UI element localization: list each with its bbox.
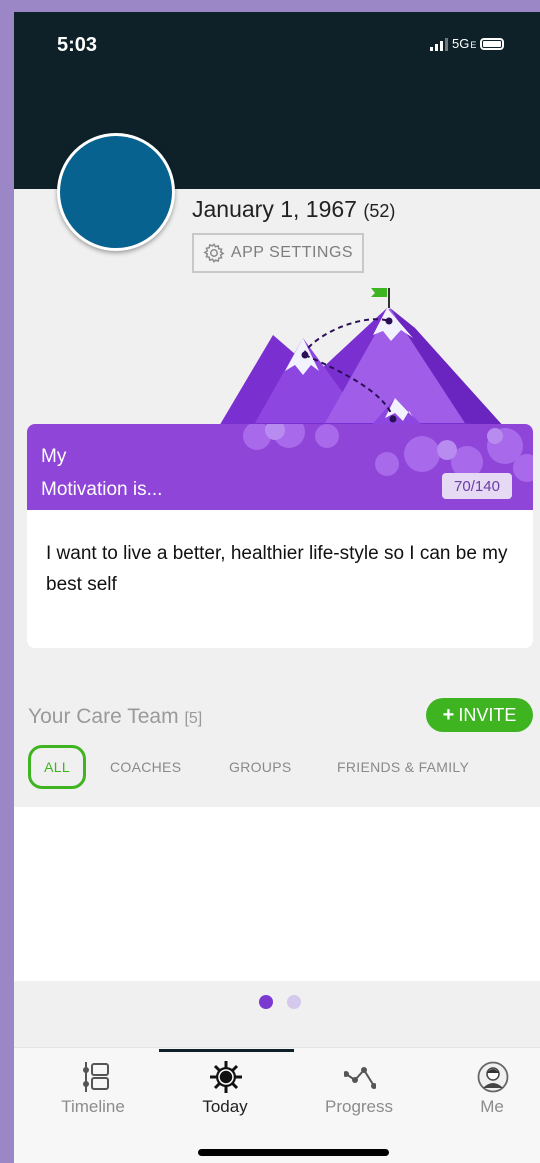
date-of-birth: January 1, 1967 (52) — [192, 196, 395, 223]
tab-groups[interactable]: GROUPS — [229, 759, 291, 775]
character-counter: 70/140 — [442, 473, 512, 499]
top-border — [0, 0, 540, 12]
tab-progress-label: Progress — [324, 1097, 394, 1116]
left-border — [0, 0, 14, 1163]
age-text: (52) — [363, 201, 396, 221]
app-settings-label: APP SETTINGS — [230, 244, 354, 261]
battery-icon — [480, 37, 505, 50]
active-tab-indicator — [159, 1049, 294, 1052]
tab-today-label: Today — [202, 1097, 248, 1116]
tab-friends-family[interactable]: FRIENDS & FAMILY — [337, 759, 469, 775]
plus-icon: + — [442, 704, 455, 726]
page-dot[interactable] — [287, 995, 301, 1009]
progress-icon — [344, 1067, 376, 1089]
app-screen: 5:03 5GE January 1, 1967 (52) APP SETTIN… — [0, 0, 540, 1163]
timeline-icon — [83, 1062, 109, 1092]
motivation-header: My Motivation is... 70/140 — [27, 424, 533, 510]
tab-coaches[interactable]: COACHES — [110, 759, 181, 775]
status-indicators: 5GE — [430, 36, 505, 51]
dob-text: January 1, 1967 — [192, 196, 357, 222]
app-settings-button[interactable]: APP SETTINGS — [192, 233, 364, 273]
care-team-count: [5] — [184, 710, 203, 727]
user-icon — [477, 1061, 509, 1093]
motivation-text[interactable]: I want to live a better, healthier life-… — [46, 538, 516, 600]
tab-all[interactable]: ALL — [28, 745, 86, 789]
tab-me-label: Me — [480, 1097, 504, 1116]
care-team-title: Your Care Team [5] — [28, 705, 202, 729]
page-dot-active[interactable] — [259, 995, 273, 1009]
motivation-title-line1: My — [41, 446, 67, 467]
home-indicator[interactable] — [198, 1149, 389, 1156]
tab-bar: Timeline Today Progress Me — [14, 1047, 540, 1163]
invite-label: INVITE — [458, 704, 517, 725]
sun-icon — [210, 1061, 242, 1093]
care-team-list — [14, 807, 540, 981]
status-time: 5:03 — [57, 34, 98, 56]
invite-button[interactable]: + INVITE — [426, 698, 533, 732]
motivation-card[interactable]: My Motivation is... 70/140 I want to liv… — [27, 424, 533, 648]
care-team-label: Your Care Team — [28, 705, 179, 728]
network-label: 5GE — [452, 36, 477, 51]
care-team-tabs: ALL COACHES GROUPS FRIENDS & FAMILY — [28, 745, 533, 789]
tab-timeline-label: Timeline — [61, 1097, 125, 1116]
gear-icon — [203, 243, 225, 263]
signal-icon — [430, 37, 448, 51]
avatar[interactable] — [57, 133, 175, 251]
motivation-title-line2: Motivation is... — [41, 479, 163, 500]
